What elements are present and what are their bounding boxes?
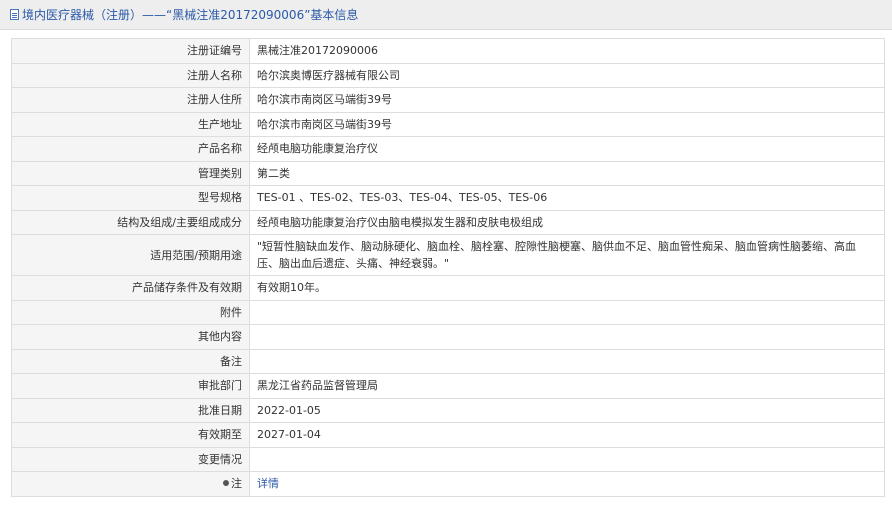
row-label: 注	[11, 471, 250, 497]
row-label: 结构及组成/主要组成成分	[11, 209, 250, 235]
row-value: 黑龙江省药品监督管理局	[249, 373, 885, 399]
row-value: 经颅电脑功能康复治疗仪由脑电模拟发生器和皮肤电极组成	[249, 209, 885, 235]
table-row: 产品储存条件及有效期 有效期10年。	[11, 275, 885, 301]
row-value: 哈尔滨市南岗区马端街39号	[249, 111, 885, 137]
table-row: 适用范围/预期用途 "短暂性脑缺血发作、脑动脉硬化、脑血栓、脑栓塞、腔隙性脑梗塞、…	[11, 234, 885, 276]
table-row: 备注	[11, 348, 885, 374]
row-value: 黑械注准20172090006	[249, 38, 885, 64]
row-label: 型号规格	[11, 185, 250, 211]
bullet-dot-icon	[223, 480, 229, 487]
row-label: 附件	[11, 299, 250, 325]
row-label: 适用范围/预期用途	[11, 234, 250, 276]
row-value: 哈尔滨市南岗区马端街39号	[249, 87, 885, 113]
table-row-note: 注 详情	[11, 471, 885, 497]
row-value	[249, 299, 885, 325]
row-value: "短暂性脑缺血发作、脑动脉硬化、脑血栓、脑栓塞、腔隙性脑梗塞、脑供血不足、脑血管…	[249, 234, 885, 276]
table-row: 变更情况	[11, 446, 885, 472]
page-title: 境内医疗器械（注册）——“黑械注准20172090006”基本信息	[22, 8, 359, 22]
row-value	[249, 348, 885, 374]
table-row: 型号规格 TES-01 、TES-02、TES-03、TES-04、TES-05、…	[11, 185, 885, 211]
row-value: 2027-01-04	[249, 422, 885, 448]
row-value: 哈尔滨奥博医疗器械有限公司	[249, 62, 885, 88]
table-row: 批准日期 2022-01-05	[11, 397, 885, 423]
table-row: 附件	[11, 299, 885, 325]
table-row: 结构及组成/主要组成成分 经颅电脑功能康复治疗仪由脑电模拟发生器和皮肤电极组成	[11, 209, 885, 235]
row-label: 产品储存条件及有效期	[11, 275, 250, 301]
table-row: 审批部门 黑龙江省药品监督管理局	[11, 373, 885, 399]
row-value: 2022-01-05	[249, 397, 885, 423]
table-row: 其他内容	[11, 324, 885, 350]
row-label: 有效期至	[11, 422, 250, 448]
row-label: 注册人住所	[11, 87, 250, 113]
info-table: 注册证编号 黑械注准20172090006 注册人名称 哈尔滨奥博医疗器械有限公司 …	[11, 38, 885, 497]
row-label: 备注	[11, 348, 250, 374]
table-row: 管理类别 第二类	[11, 160, 885, 186]
row-label: 审批部门	[11, 373, 250, 399]
row-value	[249, 324, 885, 350]
row-value	[249, 446, 885, 472]
row-value: 经颅电脑功能康复治疗仪	[249, 136, 885, 162]
table-row: 注册人住所 哈尔滨市南岗区马端街39号	[11, 87, 885, 113]
row-label: 批准日期	[11, 397, 250, 423]
row-label: 注册证编号	[11, 38, 250, 64]
row-value: 有效期10年。	[249, 275, 885, 301]
page-header: 境内医疗器械（注册）——“黑械注准20172090006”基本信息	[0, 0, 892, 30]
note-label: 注	[231, 477, 242, 491]
table-row: 产品名称 经颅电脑功能康复治疗仪	[11, 136, 885, 162]
document-icon	[10, 9, 19, 20]
table-row: 注册证编号 黑械注准20172090006	[11, 38, 885, 64]
row-value: 详情	[249, 471, 885, 497]
row-label: 其他内容	[11, 324, 250, 350]
row-label: 产品名称	[11, 136, 250, 162]
table-row: 生产地址 哈尔滨市南岗区马端街39号	[11, 111, 885, 137]
table-row: 注册人名称 哈尔滨奥博医疗器械有限公司	[11, 62, 885, 88]
details-link[interactable]: 详情	[257, 477, 279, 490]
row-value: TES-01 、TES-02、TES-03、TES-04、TES-05、TES-…	[249, 185, 885, 211]
table-row: 有效期至 2027-01-04	[11, 422, 885, 448]
row-value: 第二类	[249, 160, 885, 186]
row-label: 注册人名称	[11, 62, 250, 88]
row-label: 变更情况	[11, 446, 250, 472]
row-label: 管理类别	[11, 160, 250, 186]
row-label: 生产地址	[11, 111, 250, 137]
